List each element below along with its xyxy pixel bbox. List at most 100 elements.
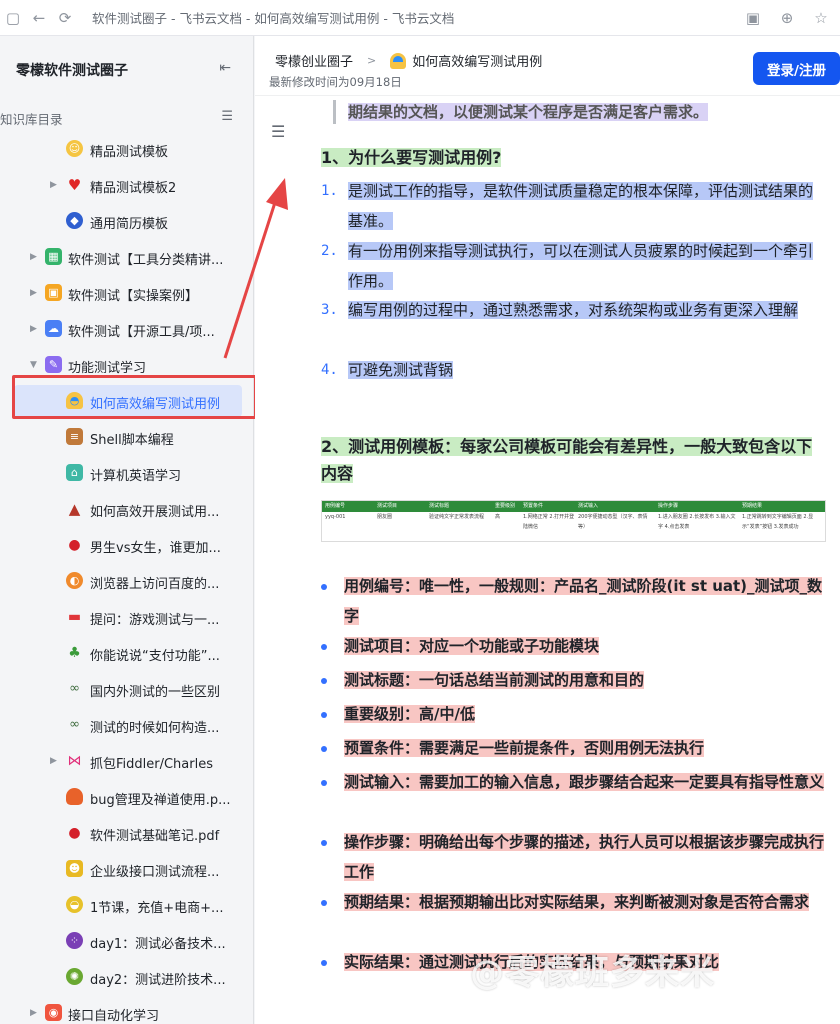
heading-why: 1、为什么要写测试用例?: [321, 144, 502, 171]
bullet-list-item: 预置条件：需要满足一些前提条件，否则用例无法执行: [321, 733, 826, 763]
lemon-icon: ◒: [66, 896, 83, 913]
tree-item[interactable]: ● 男生vs女生，谁更加...: [0, 527, 253, 563]
tree-item-label: 如何高效开展测试用...: [90, 505, 220, 520]
tree-item[interactable]: ▶ ▦ 软件测试【工具分类精讲...: [0, 239, 253, 275]
tree-item[interactable]: ∞ 国内外测试的一些区别: [0, 671, 253, 707]
bullet-text: 操作步骤：明确给出每个步骤的描述，执行人员可以根据该步骤完成执行工作: [344, 833, 825, 881]
tree-item-label: 提问：游戏测试与一...: [90, 613, 220, 628]
list-text: 可避免测试背锅: [348, 361, 454, 379]
tree-item[interactable]: ♣ 你能说说“支付功能”...: [0, 635, 253, 671]
tree-item-label: day2：测试进阶技术...: [90, 973, 226, 988]
watermark-text: @零檬班多来米: [470, 953, 715, 993]
table-cell: 1.进入朋友圈 2.长按发布 3.输入文字 4.点击发表: [658, 514, 736, 530]
car-icon: ▬: [67, 608, 82, 625]
document-header: 零檬创业圈子 > 如何高效编写测试用例 最新修改时间为09月18日 登录/注册: [255, 36, 840, 96]
blob-icon: [66, 788, 83, 805]
tree-item-label: 精品测试模板2: [90, 181, 177, 196]
list-number: 3.: [321, 302, 338, 318]
tree-item[interactable]: ◐ 浏览器上访问百度的...: [0, 563, 253, 599]
tree-item[interactable]: bug管理及禅道使用.p...: [0, 779, 253, 815]
sidebar-header: 零檬软件测试圈子 ⇤: [0, 36, 253, 104]
zoom-icon[interactable]: ⊕: [776, 5, 798, 31]
expand-arrow-icon[interactable]: ▶: [50, 756, 57, 766]
collapse-sidebar-icon[interactable]: ⇤: [219, 60, 231, 76]
tree-item[interactable]: ◆ 通用简历模板: [0, 203, 253, 239]
tree-item[interactable]: ▬ 提问：游戏测试与一...: [0, 599, 253, 635]
expand-arrow-icon[interactable]: ▶: [30, 1008, 37, 1018]
reader-icon[interactable]: ▣: [742, 5, 764, 31]
tree-item[interactable]: ● 软件测试基础笔记.pdf: [0, 815, 253, 851]
tree-item[interactable]: ⌂ 计算机英语学习: [0, 455, 253, 491]
tree-item[interactable]: ☻ 企业级接口测试流程...: [0, 851, 253, 887]
tree-item[interactable]: ▶ ☁ 软件测试【开源工具/项...: [0, 311, 253, 347]
cherry-icon: ●: [68, 824, 81, 841]
green-grid-icon: ▦: [45, 248, 62, 265]
tree-item[interactable]: ▲ 如何高效开展测试用...: [0, 491, 253, 527]
breadcrumb-parent[interactable]: 零檬创业圈子: [275, 51, 353, 70]
tree-item[interactable]: ∞ 测试的时候如何构造...: [0, 707, 253, 743]
tree-item-label: 浏览器上访问百度的...: [90, 577, 220, 592]
login-register-button[interactable]: 登录/注册: [753, 52, 840, 85]
red-circle-icon: ◉: [45, 1004, 62, 1021]
tree-item[interactable]: ▶ ♥ 精品测试模板2: [0, 167, 253, 203]
doc-dome-icon: ◓: [66, 392, 83, 409]
table-header-row: 用例编号 测试项目 测试标题 重要级别 预置条件 测试输入 操作步骤 预期结果: [322, 501, 825, 512]
grape-icon: ⁘: [66, 932, 83, 949]
bullet-text: 测试项目：对应一个功能或子功能模块: [344, 637, 600, 655]
orange-box-icon: ▣: [45, 284, 62, 301]
expand-arrow-icon[interactable]: ▶: [50, 180, 57, 190]
cloud-icon: ☁: [45, 320, 62, 337]
tree-item[interactable]: ≡ Shell脚本编程: [0, 419, 253, 455]
tab-icon[interactable]: ▢: [0, 5, 26, 31]
tree-item[interactable]: ▶ ◉ 接口自动化学习: [0, 995, 253, 1024]
list-view-icon[interactable]: ☰: [221, 109, 233, 124]
cherry-icon: ●: [68, 536, 81, 553]
tree-item-label: 精品测试模板: [90, 145, 169, 160]
tree-item[interactable]: ▼ ✎ 功能测试学习: [0, 347, 253, 383]
expand-arrow-icon[interactable]: ▶: [30, 252, 37, 262]
breadcrumb-current[interactable]: 如何高效编写测试用例: [412, 51, 542, 70]
bullet-list-item: 用例编号：唯一性，一般规则：产品名_测试阶段(it st uat)_测试项_数字: [321, 571, 826, 631]
sidebar: 零檬软件测试圈子 ⇤ 知识库目录 ☰ ☺ 精品测试模板 ▶ ♥ 精品测试模板2 …: [0, 36, 254, 1024]
tree-item[interactable]: ▶ ▣ 软件测试【实操案例】: [0, 275, 253, 311]
bullet-dot: [321, 780, 327, 786]
tree-item-label: 企业级接口测试流程...: [90, 865, 220, 880]
outline-menu-icon[interactable]: ☰: [271, 122, 285, 141]
bullet-text: 重要级别：高/中/低: [344, 705, 475, 723]
table-cell: 验证纯文字正常发表流程: [429, 514, 485, 520]
tree-item[interactable]: ▶ ⋈ 抓包Fiddler/Charles: [0, 743, 253, 779]
document-body: ☰ 期结果的文档，以便测试某个程序是否满足客户需求。 1、为什么要写测试用例? …: [255, 96, 840, 1024]
star-icon[interactable]: ☆: [810, 5, 832, 31]
ordered-list-item: 2. 有一份用例来指导测试执行，可以在测试人员疲累的时候起到一个牵引作用。: [321, 236, 826, 296]
browser-actions: ▣ ⊕ ☆: [742, 0, 840, 36]
reload-icon[interactable]: ⟳: [52, 5, 78, 31]
smile-emoji-icon: ☺: [66, 140, 83, 157]
tree-item-selected[interactable]: ◓ 如何高效编写测试用例: [0, 383, 253, 419]
bullet-list-item: 测试项目：对应一个功能或子功能模块: [321, 631, 826, 661]
tree-item[interactable]: ☺ 精品测试模板: [0, 131, 253, 167]
expand-arrow-icon[interactable]: ▶: [30, 288, 37, 298]
list-number: 2.: [321, 243, 338, 259]
volcano-icon: ▲: [68, 499, 81, 518]
expand-arrow-icon[interactable]: ▶: [30, 324, 37, 334]
tent-icon: ⌂: [66, 464, 83, 481]
tree-item-label: Shell脚本编程: [90, 433, 174, 448]
list-text: 是测试工作的指导，是软件测试质量稳定的根本保障，评估测试结果的基准。: [348, 182, 814, 230]
tree-item-label: 你能说说“支付功能”...: [90, 649, 220, 664]
tree-item-label: 1节课，充值+电商+...: [90, 901, 224, 916]
back-arrow-icon[interactable]: ←: [26, 5, 52, 31]
bullet-text: 预期结果：根据预期输出比对实际结果，来判断被测对象是否符合需求: [344, 893, 810, 911]
tree-item[interactable]: ⁘ day1：测试必备技术...: [0, 923, 253, 959]
palm-tree-icon: ♣: [68, 644, 81, 661]
bullet-dot: [321, 644, 327, 650]
breadcrumb: 零檬创业圈子 > 如何高效编写测试用例: [275, 51, 542, 70]
tree-item[interactable]: ✺ day2：测试进阶技术...: [0, 959, 253, 995]
doc-dome-icon: [390, 52, 407, 69]
purple-doc-icon: ✎: [45, 356, 62, 373]
collapse-arrow-icon[interactable]: ▼: [30, 360, 37, 370]
tree-item[interactable]: ◒ 1节课，充值+电商+...: [0, 887, 253, 923]
test-case-table-image: 用例编号 测试项目 测试标题 重要级别 预置条件 测试输入 操作步骤 预期结果 …: [321, 500, 826, 542]
tree-item-label: 软件测试【工具分类精讲...: [68, 253, 224, 268]
table-header-cell: 测试项目: [377, 503, 398, 509]
tree-item-label: 国内外测试的一些区别: [90, 685, 221, 700]
